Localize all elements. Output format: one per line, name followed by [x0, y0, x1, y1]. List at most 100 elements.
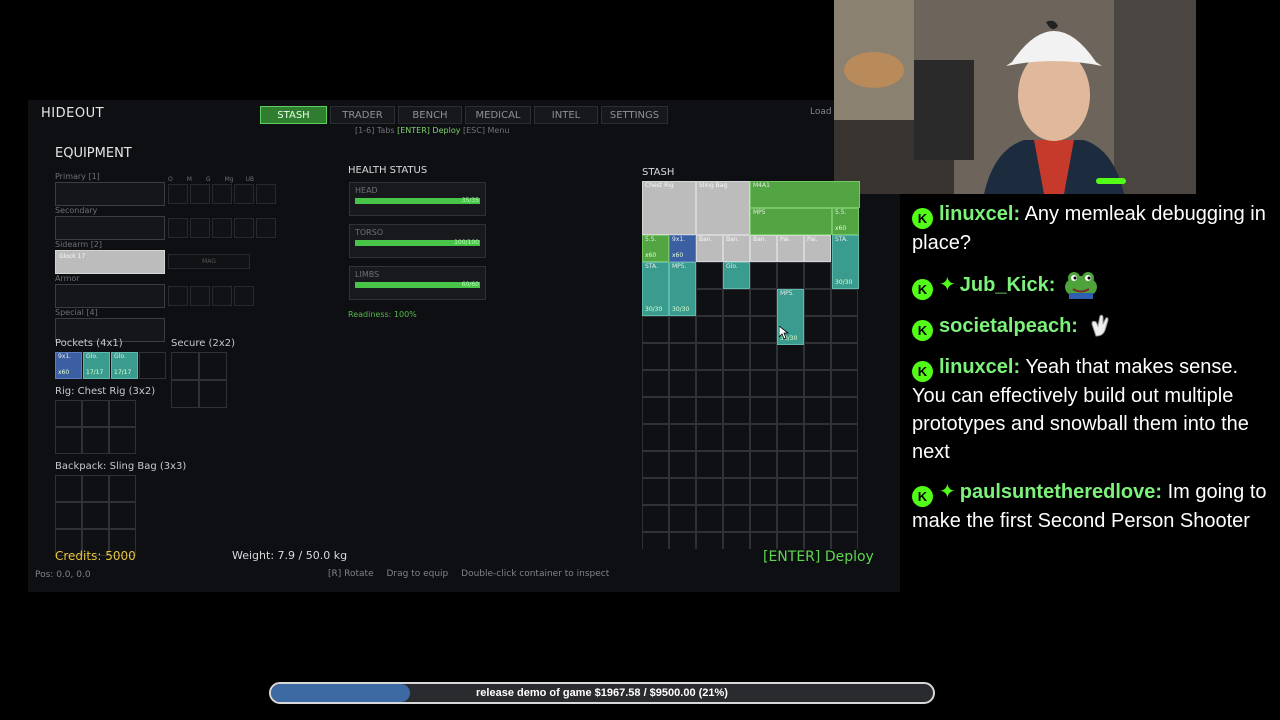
stash-item[interactable]: STA. 30/30 [642, 262, 669, 316]
stash-cell[interactable] [642, 370, 669, 397]
stash-cell[interactable] [804, 451, 831, 478]
stash-item[interactable]: 5.5. x60 [832, 208, 859, 235]
tab-stash[interactable]: STASH [260, 106, 327, 124]
secure-cell[interactable] [171, 380, 199, 408]
stash-item[interactable]: MP5. 30/30 [669, 262, 696, 316]
sidearm-slot[interactable]: Glock 17 [55, 250, 165, 274]
stash-item[interactable]: STA. 30/30 [832, 235, 859, 289]
stash-cell[interactable] [696, 424, 723, 451]
stash-cell[interactable] [696, 505, 723, 532]
pocket-item[interactable]: 9x1. x60 [55, 352, 82, 379]
stash-item[interactable]: MP5 [750, 208, 832, 235]
armor-slot[interactable] [55, 284, 165, 308]
stash-cell[interactable] [750, 343, 777, 370]
deploy-button[interactable]: [ENTER] Deploy [763, 549, 874, 565]
stash-cell[interactable] [750, 424, 777, 451]
stash-item[interactable]: Ban. [723, 235, 750, 262]
backpack-cell[interactable] [55, 502, 82, 529]
stash-cell[interactable] [723, 532, 750, 549]
stash-cell[interactable] [777, 478, 804, 505]
stash-cell[interactable] [750, 397, 777, 424]
stash-cell[interactable] [723, 424, 750, 451]
stash-cell[interactable] [804, 262, 831, 289]
stash-cell[interactable] [831, 316, 858, 343]
tab-medical[interactable]: MEDICAL [465, 106, 531, 124]
secondary-slot[interactable] [55, 216, 165, 240]
stash-cell[interactable] [642, 478, 669, 505]
stash-cell[interactable] [750, 505, 777, 532]
stash-cell[interactable] [777, 262, 804, 289]
primary-attach-slot[interactable] [234, 184, 254, 204]
stash-cell[interactable] [777, 505, 804, 532]
stash-cell[interactable] [723, 316, 750, 343]
stash-cell[interactable] [831, 424, 858, 451]
stash-cell[interactable] [669, 397, 696, 424]
stash-cell[interactable] [669, 370, 696, 397]
stash-cell[interactable] [642, 451, 669, 478]
pocket-empty-slot[interactable] [139, 352, 166, 379]
backpack-cell[interactable] [109, 475, 136, 502]
stash-cell[interactable] [831, 397, 858, 424]
tab-trader[interactable]: TRADER [330, 106, 395, 124]
stash-cell[interactable] [723, 478, 750, 505]
backpack-grid[interactable] [55, 475, 137, 557]
backpack-cell[interactable] [55, 475, 82, 502]
secondary-attach-slot[interactable] [168, 218, 188, 238]
stash-cell[interactable] [804, 532, 831, 549]
stash-cell[interactable] [723, 451, 750, 478]
stash-cell[interactable] [750, 451, 777, 478]
stash-cell[interactable] [804, 478, 831, 505]
stash-cell[interactable] [804, 289, 831, 316]
tab-intel[interactable]: INTEL [534, 106, 598, 124]
stash-cell[interactable] [696, 343, 723, 370]
stash-cell[interactable] [723, 397, 750, 424]
stash-cell[interactable] [804, 424, 831, 451]
stash-cell[interactable] [750, 289, 777, 316]
stash-cell[interactable] [642, 424, 669, 451]
tab-bench[interactable]: BENCH [398, 106, 462, 124]
stash-cell[interactable] [777, 370, 804, 397]
stash-cell[interactable] [696, 370, 723, 397]
armor-attach-slot[interactable] [190, 286, 210, 306]
chat-username[interactable]: linuxcel: [939, 356, 1020, 378]
stash-cell[interactable] [696, 397, 723, 424]
primary-attach-slot[interactable] [190, 184, 210, 204]
sidearm-mag-slot[interactable]: MAG [168, 254, 250, 269]
stash-cell[interactable] [669, 451, 696, 478]
stash-cell[interactable] [669, 532, 696, 549]
stash-cell[interactable] [831, 505, 858, 532]
chat-username[interactable]: linuxcel: [939, 203, 1020, 225]
stash-item[interactable]: Pai. [777, 235, 804, 262]
stash-cell[interactable] [831, 478, 858, 505]
stash-cell[interactable] [642, 343, 669, 370]
pocket-item[interactable]: Glo. 17/17 [111, 352, 138, 379]
stash-cell[interactable] [831, 451, 858, 478]
stash-item[interactable]: Sling Bag [696, 181, 750, 235]
stash-cell[interactable] [777, 424, 804, 451]
stash-cell[interactable] [831, 343, 858, 370]
stash-cell[interactable] [642, 532, 669, 549]
stash-cell[interactable] [669, 424, 696, 451]
chat-username[interactable]: paulsuntetheredlove: [960, 481, 1162, 503]
stash-item[interactable]: 5.5. x60 [642, 235, 669, 262]
stash-cell[interactable] [804, 505, 831, 532]
chat-username[interactable]: Jub_Kick: [960, 274, 1056, 296]
secure-cell[interactable] [171, 352, 199, 380]
stash-cell[interactable] [669, 505, 696, 532]
primary-attach-slot[interactable] [256, 184, 276, 204]
secondary-attach-slot[interactable] [212, 218, 232, 238]
stash-cell[interactable] [750, 316, 777, 343]
rig-cell[interactable] [55, 400, 82, 427]
armor-attach-slot[interactable] [168, 286, 188, 306]
stash-item[interactable]: Chest Rig [642, 181, 696, 235]
secure-cell[interactable] [199, 380, 227, 408]
stash-cell[interactable] [750, 478, 777, 505]
tab-settings[interactable]: SETTINGS [601, 106, 668, 124]
stash-cell[interactable] [777, 397, 804, 424]
stash-cell[interactable] [696, 451, 723, 478]
stash-item[interactable]: Ban. [750, 235, 777, 262]
rig-cell[interactable] [82, 427, 109, 454]
stash-cell[interactable] [723, 343, 750, 370]
stash-cell[interactable] [804, 343, 831, 370]
secure-cell[interactable] [199, 352, 227, 380]
